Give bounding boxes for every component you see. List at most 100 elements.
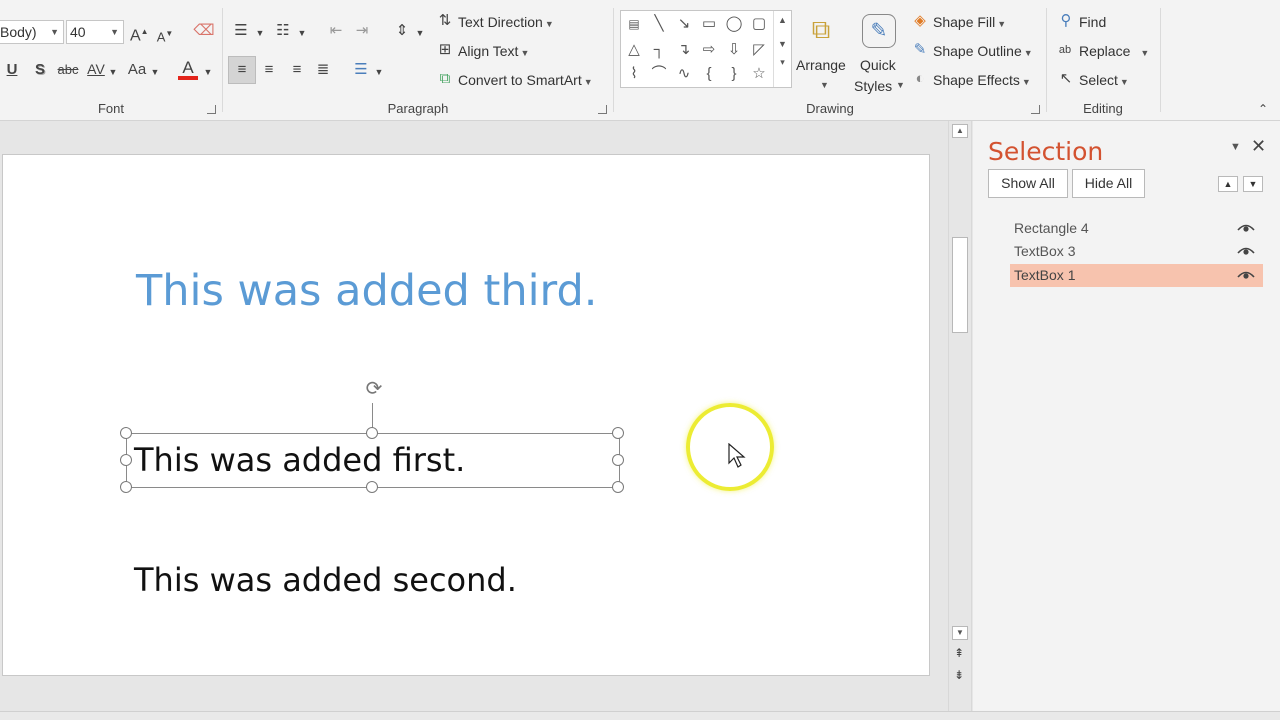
select-label: Select [1079, 72, 1118, 88]
align-right-icon[interactable]: ≡ [287, 61, 307, 79]
chevron-down-icon: ▼ [1023, 48, 1033, 58]
chevron-down-icon: ▼ [415, 28, 425, 38]
more-icon[interactable]: ▾ [774, 57, 791, 68]
chevron-down-icon: ▼ [820, 80, 829, 90]
list-item[interactable]: Rectangle 4 [1010, 217, 1263, 240]
textbox-shape-icon[interactable]: ▤ [623, 13, 645, 35]
character-spacing-button[interactable]: AV [86, 60, 106, 78]
snip-shape-icon[interactable]: ◸ [748, 39, 770, 61]
right-brace-shape-icon[interactable]: } [723, 63, 745, 85]
dialog-launcher-icon[interactable] [207, 105, 216, 114]
resize-handle[interactable] [366, 481, 378, 493]
hide-all-button[interactable]: Hide All [1072, 169, 1145, 198]
justify-icon[interactable]: ≣ [313, 61, 333, 79]
oval-shape-icon[interactable]: ◯ [723, 13, 745, 35]
select-button[interactable]: Select ▼ [1079, 71, 1129, 91]
arc-shape-icon[interactable]: ⌒ [648, 63, 670, 85]
font-color-button[interactable]: A [178, 59, 198, 80]
shapes-gallery[interactable]: ▤ ╲ ↘ ▭ ◯ ▢ △ ┐ ↴ ⇨ ⇩ ◸ ⌇ ⌒ ∿ { } ☆ ▲ ▼ … [620, 10, 792, 88]
pane-options-icon[interactable]: ▼ [1230, 141, 1241, 153]
dialog-launcher-icon[interactable] [1031, 105, 1040, 114]
right-arrow-shape-icon[interactable]: ⇨ [698, 39, 720, 61]
chevron-down-icon: ▼ [110, 27, 119, 37]
rounded-rectangle-shape-icon[interactable]: ▢ [748, 13, 770, 35]
increase-indent-icon[interactable]: ⇥ [351, 22, 373, 40]
align-text-button[interactable]: Align Text ▼ [458, 42, 529, 62]
close-icon[interactable]: ✕ [1251, 136, 1266, 157]
line-shape-icon[interactable]: ╲ [648, 13, 670, 35]
freeform-shape-icon[interactable]: ⌇ [623, 63, 645, 85]
font-size-combo[interactable]: 40 ▼ [66, 20, 124, 44]
elbow-arrow-shape-icon[interactable]: ↴ [673, 39, 695, 61]
dialog-launcher-icon[interactable] [598, 105, 607, 114]
resize-handle[interactable] [612, 427, 624, 439]
chevron-up-icon[interactable]: ▲ [774, 15, 791, 25]
grow-font-button[interactable]: A▲ [130, 23, 149, 45]
bullets-icon[interactable]: ☰ [231, 22, 251, 40]
previous-slide-icon[interactable]: ⇞ [954, 647, 964, 659]
chevron-down-icon: ▼ [297, 28, 307, 38]
list-item[interactable]: TextBox 3 [1010, 240, 1263, 263]
chevron-down-icon: ▼ [544, 19, 554, 29]
list-item-selected[interactable]: TextBox 1 [1010, 264, 1263, 287]
send-backward-icon[interactable]: ▼ [1243, 176, 1263, 192]
eye-icon[interactable] [1237, 245, 1255, 256]
font-name-combo[interactable]: Body) ▼ [0, 20, 64, 44]
align-left-button[interactable]: ≡ [228, 56, 256, 84]
chevron-down-icon: ▼ [583, 77, 593, 87]
change-case-button[interactable]: Aa [126, 61, 148, 79]
chevron-down-icon[interactable]: ▼ [774, 39, 791, 49]
resize-handle[interactable] [612, 481, 624, 493]
strikethrough-button[interactable]: abc [56, 61, 80, 79]
resize-handle[interactable] [366, 427, 378, 439]
bring-forward-icon[interactable]: ▲ [1218, 176, 1238, 192]
textbox-third[interactable]: This was added third. [136, 266, 597, 316]
eye-icon[interactable] [1237, 222, 1255, 233]
gallery-scroll[interactable]: ▲ ▼ ▾ [773, 11, 791, 87]
line-spacing-icon[interactable]: ⇕ [391, 22, 413, 40]
rotate-icon[interactable]: ⟳ [362, 377, 386, 401]
scroll-down-icon[interactable]: ▼ [952, 626, 968, 640]
next-slide-icon[interactable]: ⇟ [954, 669, 964, 681]
shape-effects-button[interactable]: Shape Effects ▼ [933, 71, 1031, 91]
underline-button[interactable]: U [4, 61, 20, 79]
numbering-icon[interactable]: ☷ [273, 22, 293, 40]
align-center-icon[interactable]: ≡ [259, 61, 279, 79]
convert-smartart-button[interactable]: Convert to SmartArt ▼ [458, 71, 593, 91]
vertical-scrollbar[interactable]: ▲ ▼ ⇞ ⇟ [948, 121, 972, 711]
decrease-indent-icon[interactable]: ⇤ [325, 22, 347, 40]
curve-shape-icon[interactable]: ∿ [673, 63, 695, 85]
replace-button[interactable]: Replace ▼ [1079, 42, 1149, 62]
shape-fill-label: Shape Fill [933, 14, 996, 30]
shadow-button[interactable]: S [32, 61, 48, 79]
resize-handle[interactable] [120, 481, 132, 493]
textbox-second[interactable]: This was added second. [134, 561, 517, 599]
elbow-connector-shape-icon[interactable]: ┐ [648, 39, 670, 61]
left-brace-shape-icon[interactable]: { [698, 63, 720, 85]
collapse-ribbon-icon[interactable]: ⌃ [1256, 100, 1270, 118]
scroll-thumb[interactable] [952, 237, 968, 333]
scroll-up-icon[interactable]: ▲ [952, 124, 968, 138]
triangle-shape-icon[interactable]: △ [623, 39, 645, 61]
arrange-button[interactable]: ⧉ Arrange ▼ [796, 12, 848, 102]
shrink-font-button[interactable]: A▼ [156, 25, 174, 46]
slide[interactable]: This was added third. This was added fir… [2, 154, 930, 676]
clear-formatting-icon[interactable]: ⌫ [193, 22, 215, 40]
show-all-button[interactable]: Show All [988, 169, 1068, 198]
down-arrow-shape-icon[interactable]: ⇩ [723, 39, 745, 61]
drawing-group-label: Drawing [806, 101, 854, 116]
star-shape-icon[interactable]: ☆ [748, 63, 770, 85]
slide-edit-area: This was added third. This was added fir… [0, 121, 948, 711]
columns-icon[interactable]: ☰ [351, 61, 371, 79]
resize-handle[interactable] [120, 427, 132, 439]
find-button[interactable]: Find [1079, 13, 1106, 31]
text-direction-button[interactable]: Text Direction ▼ [458, 13, 554, 33]
arrow-line-shape-icon[interactable]: ↘ [673, 13, 695, 35]
shape-outline-button[interactable]: Shape Outline ▼ [933, 42, 1033, 62]
resize-handle[interactable] [612, 454, 624, 466]
resize-handle[interactable] [120, 454, 132, 466]
eye-icon[interactable] [1237, 269, 1255, 280]
shape-fill-button[interactable]: Shape Fill ▼ [933, 13, 1006, 33]
quick-styles-button[interactable]: ✎ Quick Styles ▼ [854, 12, 905, 102]
rectangle-shape-icon[interactable]: ▭ [698, 13, 720, 35]
